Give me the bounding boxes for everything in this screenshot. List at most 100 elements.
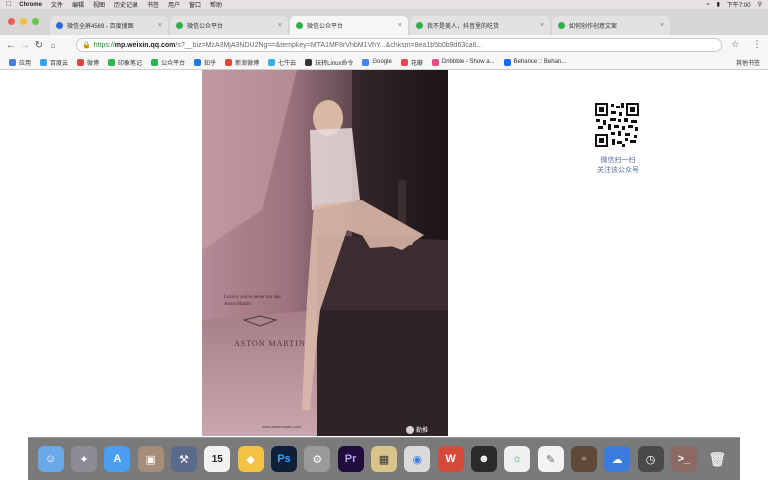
bookmark-label: 七牛云 [278, 60, 297, 67]
apple-icon[interactable]:  [6, 1, 11, 8]
reload-icon[interactable]: ↻ [32, 40, 46, 51]
tab-copywriting[interactable]: 如何创作创意文案 × [552, 16, 670, 35]
tab-label: 微信公众平台 [187, 24, 224, 30]
qr-caption-line2: 关注该公众号 [597, 167, 639, 174]
calendar-icon[interactable]: 15 [204, 446, 231, 472]
bookmark-star-icon[interactable]: ☆ [728, 39, 742, 50]
weibo-icon [225, 58, 233, 66]
other-bookmarks-folder[interactable]: 其他书签 [736, 58, 760, 67]
close-tab-icon[interactable]: × [158, 22, 162, 29]
wps-icon[interactable]: W [437, 446, 464, 472]
menu-item-bookmarks[interactable]: 书签 [147, 0, 159, 9]
wechat-icon [151, 58, 159, 66]
tab-douyin[interactable]: 我不是美人，抖音里的吃货 × [410, 16, 550, 35]
bookmark-evernote[interactable]: 印象笔记 [108, 58, 142, 67]
tab-wechat-platform-2[interactable]: 微信公众平台 × [290, 16, 408, 35]
bookmark-label: 玩转Linux命令 [315, 60, 354, 67]
minimize-window-button[interactable] [20, 18, 27, 25]
menu-item-view[interactable]: 视图 [93, 0, 105, 9]
behance-icon [503, 58, 511, 66]
xcode-icon[interactable]: ⚒ [170, 446, 197, 472]
preview-icon[interactable]: ▣ [137, 446, 164, 472]
notes-icon[interactable]: ✎ [537, 446, 564, 472]
premiere-icon[interactable]: Pr [337, 446, 364, 472]
menu-item-history[interactable]: 历史记录 [114, 0, 138, 9]
tab-label: 我不是美人，抖音里的吃货 [427, 24, 500, 30]
bookmark-linux[interactable]: 玩转Linux命令 [305, 58, 353, 67]
menu-item-chrome[interactable]: Chrome [19, 2, 42, 8]
bookmark-qiniu[interactable]: 七牛云 [268, 58, 296, 67]
huaban-icon [400, 58, 408, 66]
tab-bar: 微信全屏4569 - 百度搜图 × 微信公众平台 × 微信公众平台 × 我不是美… [0, 9, 768, 35]
bookmark-behance[interactable]: Behance :: Behan... [503, 58, 566, 66]
terminal-icon[interactable]: >_ [670, 446, 697, 472]
back-arrow-icon[interactable]: ← [4, 40, 18, 51]
tab-label: 如何创作创意文案 [569, 24, 618, 30]
wechat-favicon-icon [416, 22, 423, 29]
bookmark-label: Google [372, 59, 392, 65]
tab-wechat-platform-1[interactable]: 微信公众平台 × [170, 16, 288, 35]
dribbble-icon [431, 58, 439, 66]
close-tab-icon[interactable]: × [398, 22, 402, 29]
battery-icon[interactable]: ▮ [717, 1, 720, 8]
address-bar[interactable]: 🔒 https:// mp.weixin.qq.com /s?__biz=MzA… [76, 38, 722, 52]
url-scheme: https:// [93, 41, 115, 49]
finder-icon[interactable]: ☺ [37, 446, 64, 472]
trash-icon[interactable]: 🗑 [704, 446, 730, 472]
close-window-button[interactable] [8, 18, 15, 25]
close-tab-icon[interactable]: × [278, 22, 282, 29]
app-store-icon[interactable]: A [104, 446, 131, 472]
menu-item-edit[interactable]: 编辑 [72, 0, 84, 9]
menu-item-window[interactable]: 窗口 [189, 0, 201, 9]
bookmark-label: 新浪微博 [235, 60, 260, 67]
bookmark-weibo[interactable]: 微博 [77, 58, 99, 67]
close-tab-icon[interactable]: × [540, 22, 544, 29]
weibo-icon [77, 58, 85, 66]
sketch-icon[interactable]: ◆ [237, 446, 264, 472]
search-icon[interactable]: ⚲ [758, 1, 762, 8]
menu-item-file[interactable]: 文件 [51, 0, 63, 9]
macos-dock: ☺ ✦ A ▣ ⚒ 15 ◆ Ps ⚙ Pr ▦ ◉ W ☻ ☼ ✎ ▫ ☁ ◷… [28, 437, 740, 480]
ad-footer-url: www.astonmartin.com [262, 424, 302, 429]
bookmark-mp-platform[interactable]: 公众平台 [151, 58, 185, 67]
wechat-icon[interactable]: ☼ [504, 446, 531, 472]
photoshop-icon[interactable]: Ps [270, 446, 297, 472]
bookmark-baiduyun[interactable]: 百度云 [40, 58, 68, 67]
evernote-icon [108, 58, 116, 66]
bookmark-google[interactable]: Google [362, 58, 392, 66]
zoom-window-button[interactable] [32, 18, 39, 25]
qq-icon[interactable]: ☻ [470, 446, 497, 472]
bookmark-dribbble[interactable]: Dribbble - Show a... [431, 58, 495, 66]
close-tab-icon[interactable]: × [660, 22, 664, 29]
menu-clock[interactable]: 下午7:00 [727, 0, 751, 9]
qr-caption-line1: 微信扫一扫 [600, 157, 636, 164]
wifi-icon[interactable]: ≈ [706, 2, 709, 8]
bookmark-huaban[interactable]: 花瓣 [400, 58, 423, 67]
wechat-favicon-icon [296, 22, 303, 29]
settings-icon[interactable]: ⚙ [304, 446, 331, 472]
watermark-text: 勒推 [416, 426, 428, 434]
qr-code [594, 102, 640, 148]
launchpad-icon[interactable]: ✦ [70, 446, 97, 472]
menu-item-help[interactable]: 帮助 [210, 0, 222, 9]
zhihu-icon [194, 58, 202, 66]
screen-icon[interactable]: ▫ [570, 446, 597, 472]
google-icon [362, 58, 370, 66]
home-icon[interactable]: ⌂ [46, 41, 60, 50]
tab-baidu-image[interactable]: 微信全屏4569 - 百度搜图 × [50, 16, 168, 35]
apps-grid-icon [9, 58, 16, 66]
bookmark-sina-weibo[interactable]: 新浪微博 [225, 58, 259, 67]
article-photo: Luxury you're never too late Aston Marti… [202, 70, 448, 436]
bookmark-zhihu[interactable]: 知乎 [194, 58, 216, 67]
forward-arrow-icon[interactable]: → [18, 40, 32, 51]
keynote-icon[interactable]: ▦ [370, 446, 397, 472]
url-host: mp.weixin.qq.com [114, 41, 176, 49]
bookmark-apps[interactable]: 应用 [9, 58, 31, 67]
baidu-netdisk-icon[interactable]: ☁ [604, 446, 631, 472]
bookmark-label: 公众平台 [161, 60, 186, 67]
kebab-menu-icon[interactable]: ⋮ [750, 39, 764, 50]
chrome-icon[interactable]: ◉ [404, 446, 431, 472]
menu-item-people[interactable]: 用户 [168, 0, 180, 9]
time-machine-icon[interactable]: ◷ [637, 446, 664, 472]
wechat-watermark-icon [406, 426, 414, 434]
